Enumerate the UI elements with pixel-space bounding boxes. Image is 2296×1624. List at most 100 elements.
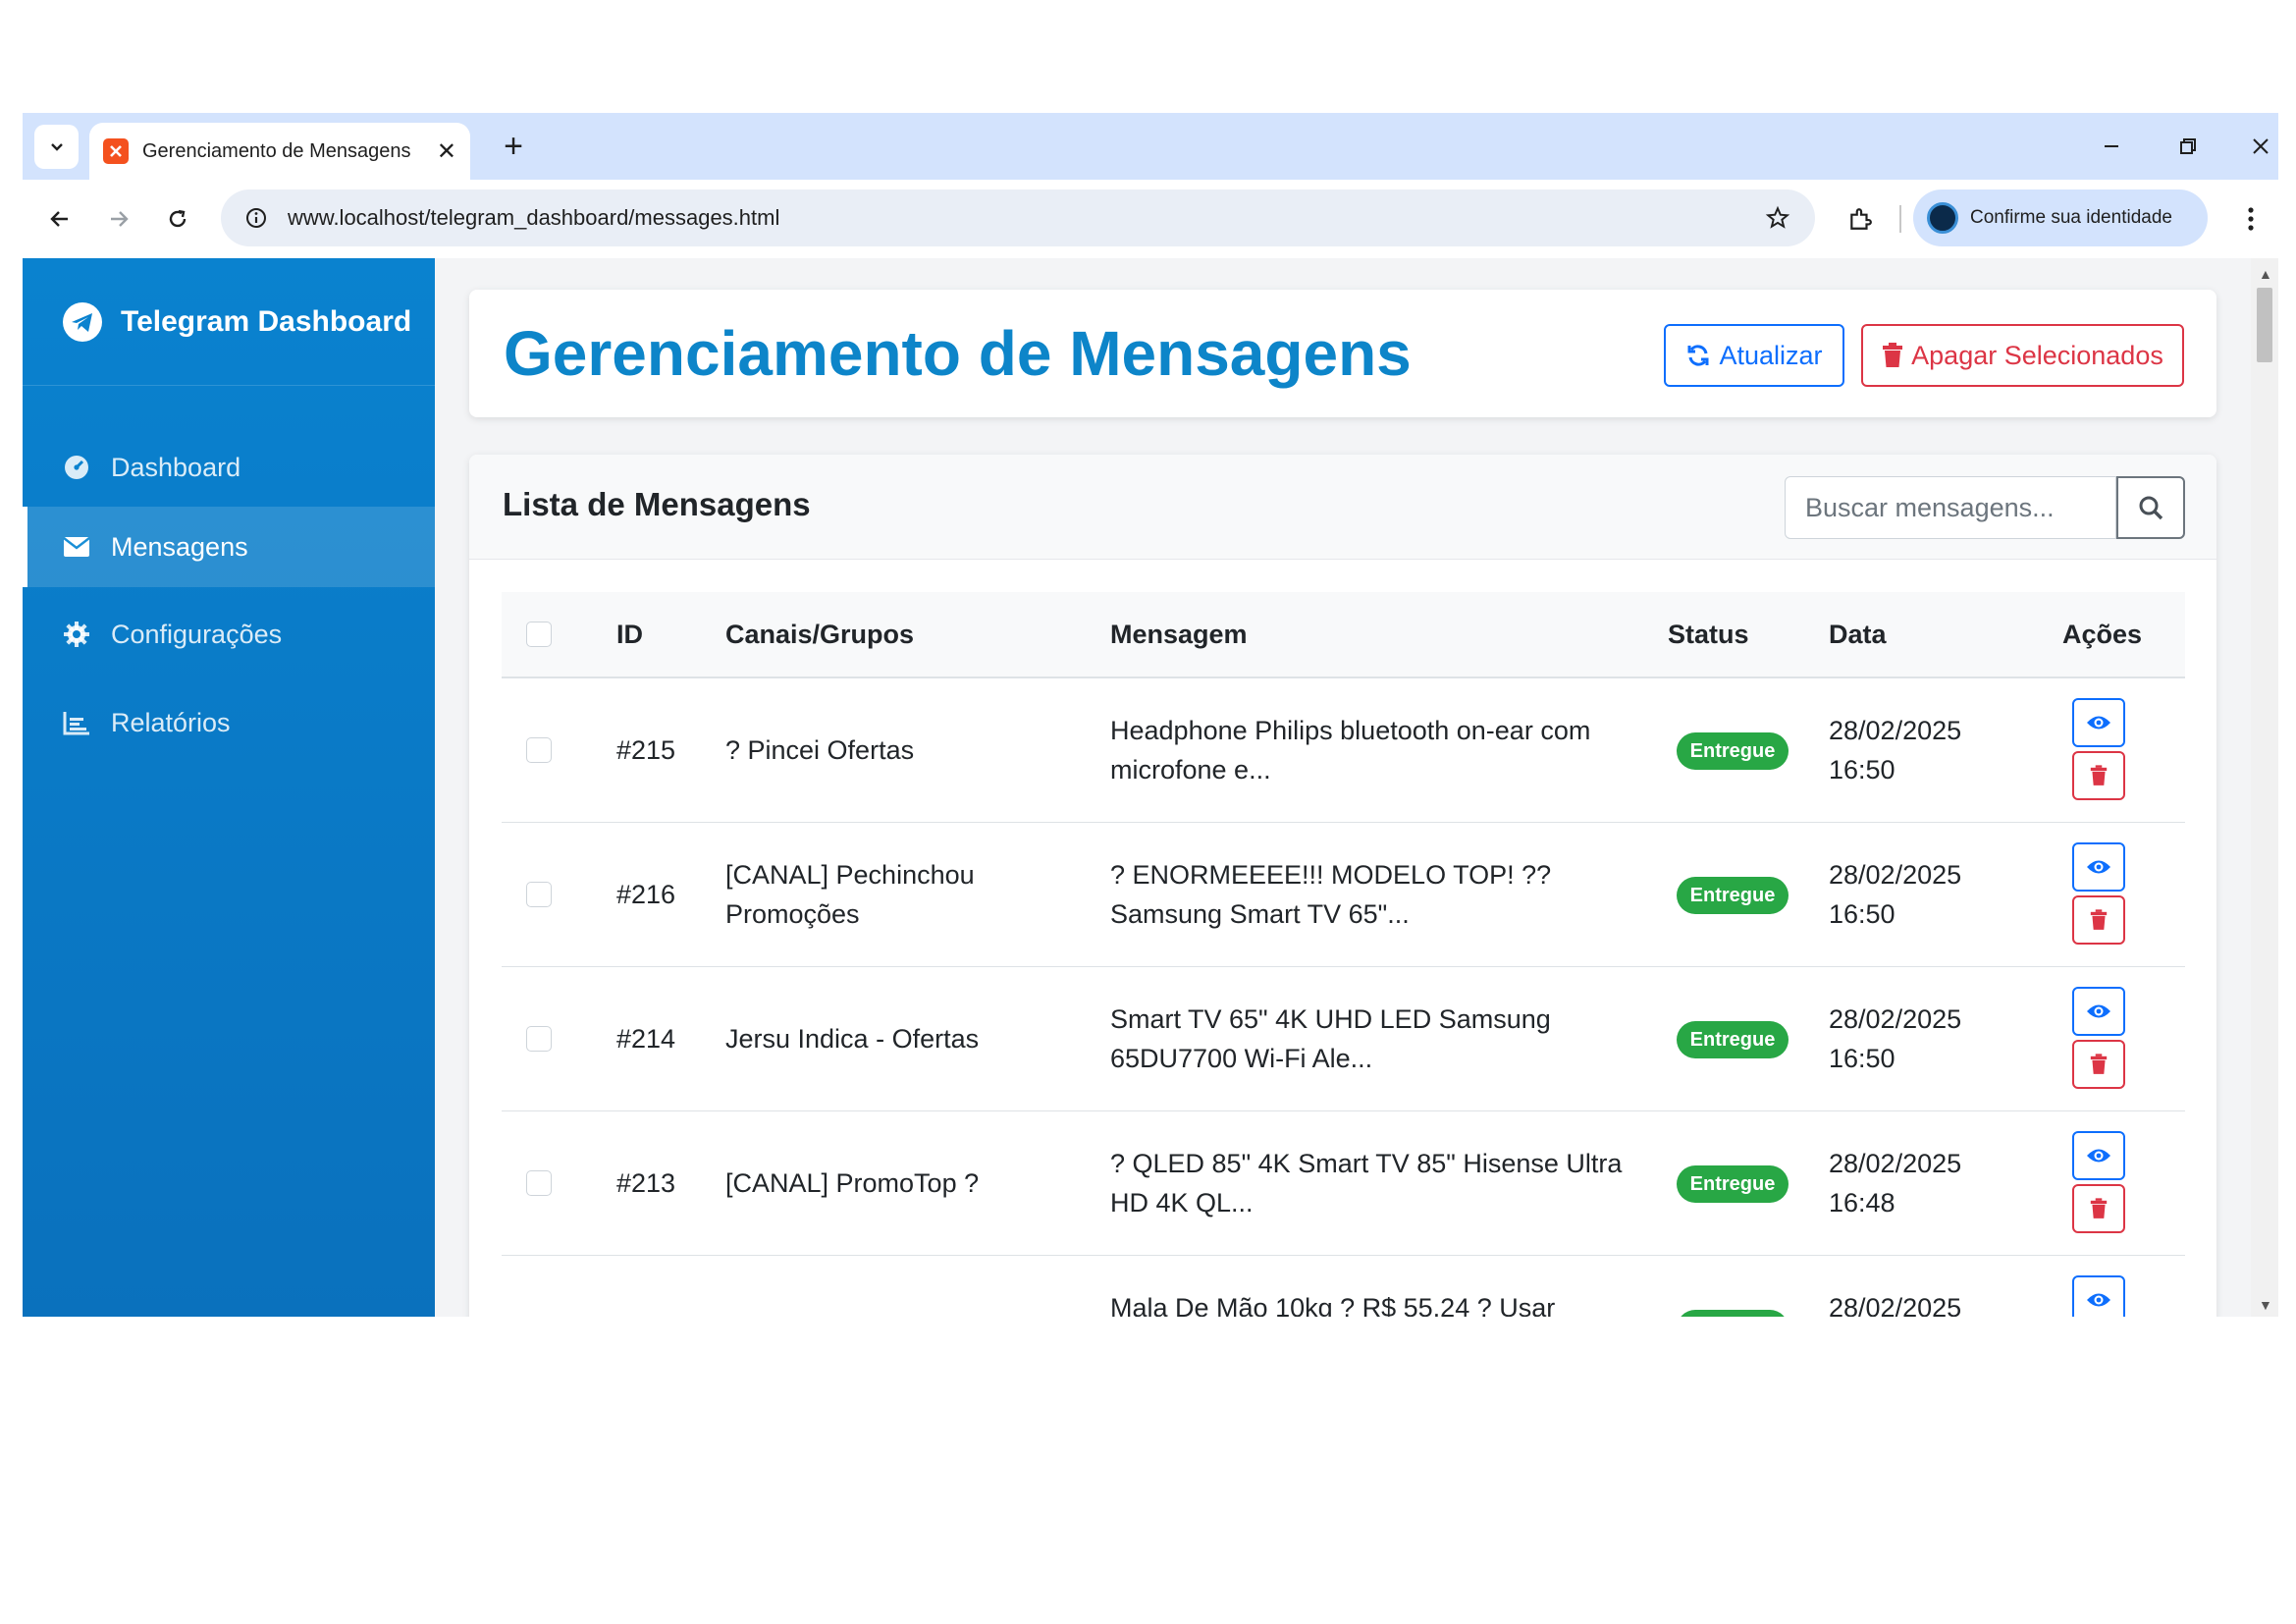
close-window-button[interactable] [2239,127,2278,166]
tachometer-icon [62,453,91,482]
messages-card: Lista de Mensagens ID Canais/Grupos Mens… [469,455,2216,1317]
table-row: #216 [CANAL] Pechinchou Promoções ? ENOR… [502,823,2185,967]
minimize-button[interactable] [2090,127,2133,166]
arrow-left-icon [50,211,68,227]
close-icon [2253,138,2269,154]
row-message: Smart TV 65" 4K UHD LED Samsung [1110,1004,1551,1034]
sidebar-item-configuracoes[interactable]: Configurações [23,594,435,675]
profile-chip[interactable]: Confirme sua identidade [1913,189,2208,246]
row-checkbox[interactable] [526,737,552,763]
trash-icon [2090,909,2108,930]
view-message-button[interactable] [2072,1275,2125,1317]
row-checkbox[interactable] [526,1170,552,1196]
reload-button[interactable] [156,197,199,241]
new-tab-button[interactable]: + [492,125,535,168]
status-badge [1677,1310,1789,1317]
table-row: #215 ? Pincei Ofertas Headphone Philips … [502,678,2185,823]
sidebar-item-mensagens[interactable]: Mensagens [23,507,435,587]
row-time: 16:50 [1829,755,1896,785]
eye-icon [2087,1004,2110,1018]
extensions-button[interactable] [1839,197,1882,241]
active-tab[interactable]: Gerenciamento de Mensagens ✕ [89,123,470,180]
row-id: #216 [616,880,676,909]
search-input[interactable] [1785,476,2116,539]
view-message-button[interactable] [2072,1131,2125,1180]
page-header: Gerenciamento de Mensagens Atualizar Apa… [469,290,2216,417]
refresh-label: Atualizar [1719,340,1823,370]
search-button[interactable] [2116,476,2185,539]
row-checkbox[interactable] [526,882,552,907]
trash-icon [2090,1054,2108,1074]
status-badge: Entregue [1677,877,1789,914]
row-message-cont: microfone e... [1110,755,1271,785]
tab-search-button[interactable] [34,125,79,169]
column-header-canais: Canais/Grupos [725,620,915,649]
row-id: #215 [616,735,676,765]
column-header-data: Data [1829,620,1887,649]
delete-message-button[interactable] [2072,895,2125,945]
envelope-icon [62,532,91,562]
restore-icon [2180,138,2196,154]
chevron-down-icon [50,142,63,151]
column-header-mensagem: Mensagem [1110,620,1248,649]
restore-button[interactable] [2166,127,2210,166]
refresh-button[interactable]: Atualizar [1664,324,1844,387]
row-date: 28/02/2025 [1829,1149,1962,1178]
status-badge: Entregue [1677,732,1789,770]
eye-icon [2087,716,2110,730]
column-header-id: ID [616,620,643,649]
page-viewport: Telegram Dashboard Dashboard Mensagens C… [23,258,2278,1317]
gear-icon [62,620,91,649]
sidebar-item-dashboard[interactable]: Dashboard [23,427,435,508]
row-message: Mala De Mão 10kg ? R$ 55,24 ? Usar [1110,1293,1556,1317]
scrollbar-thumb[interactable] [2257,288,2272,362]
tab-close-icon[interactable]: ✕ [437,137,456,166]
browser-window: Gerenciamento de Mensagens ✕ + www.local… [23,113,2278,1317]
back-button[interactable] [38,197,81,241]
browser-toolbar: www.localhost/telegram_dashboard/message… [23,180,2278,258]
sidebar-brand[interactable]: Telegram Dashboard [23,258,435,386]
puzzle-icon [1850,208,1872,230]
delete-message-button[interactable] [2072,1040,2125,1089]
view-message-button[interactable] [2072,842,2125,892]
toolbar-separator [1899,205,1901,233]
page-scrollbar[interactable] [2251,258,2278,1317]
row-id: #214 [616,1024,676,1054]
delete-message-button[interactable] [2072,1184,2125,1233]
trash-icon [1882,343,1903,368]
sidebar-item-label: Dashboard [111,452,241,482]
delete-selected-button[interactable]: Apagar Selecionados [1861,324,2184,387]
row-message-cont: HD 4K QL... [1110,1188,1254,1218]
bookmark-star-icon[interactable] [1758,198,1797,238]
row-channel: ? Pincei Ofertas [725,735,915,765]
telegram-icon [63,301,102,342]
sidebar-item-label: Configurações [111,619,283,649]
tab-title: Gerenciamento de Mensagens [142,139,411,162]
row-date: 28/02/2025 [1829,860,1962,890]
address-bar[interactable]: www.localhost/telegram_dashboard/message… [221,189,1815,246]
table-row: Mala De Mão 10kg ? R$ 55,24 ? Usar 28/02… [502,1256,2185,1317]
row-message: Headphone Philips bluetooth on-ear com [1110,716,1591,745]
eye-icon [2087,860,2110,874]
column-header-status: Status [1668,620,1749,649]
table-row: #213 [CANAL] PromoTop ? ? QLED 85" 4K Sm… [502,1111,2185,1256]
row-checkbox[interactable] [526,1026,552,1052]
site-info-icon[interactable] [237,198,276,238]
url-text: www.localhost/telegram_dashboard/message… [288,205,780,230]
view-message-button[interactable] [2072,698,2125,747]
view-message-button[interactable] [2072,987,2125,1036]
row-message: ? ENORMEEEE!!! MODELO TOP! ?? [1110,860,1552,890]
sidebar-item-relatorios[interactable]: Relatórios [23,682,435,763]
browser-menu-button[interactable] [2231,197,2270,241]
delete-message-button[interactable] [2072,751,2125,800]
eye-icon [2087,1149,2110,1163]
list-title: Lista de Mensagens [503,486,811,522]
scroll-up-arrow-icon[interactable]: ▲ [2259,266,2272,282]
messages-table: ID Canais/Grupos Mensagem Status Data Aç… [502,592,2185,1317]
scroll-down-arrow-icon[interactable]: ▼ [2259,1297,2272,1313]
forward-button[interactable] [97,197,140,241]
select-all-checkbox[interactable] [526,622,552,647]
messages-card-header: Lista de Mensagens [469,455,2216,560]
main-content: Gerenciamento de Mensagens Atualizar Apa… [435,258,2241,1317]
xampp-favicon-icon [103,138,129,164]
